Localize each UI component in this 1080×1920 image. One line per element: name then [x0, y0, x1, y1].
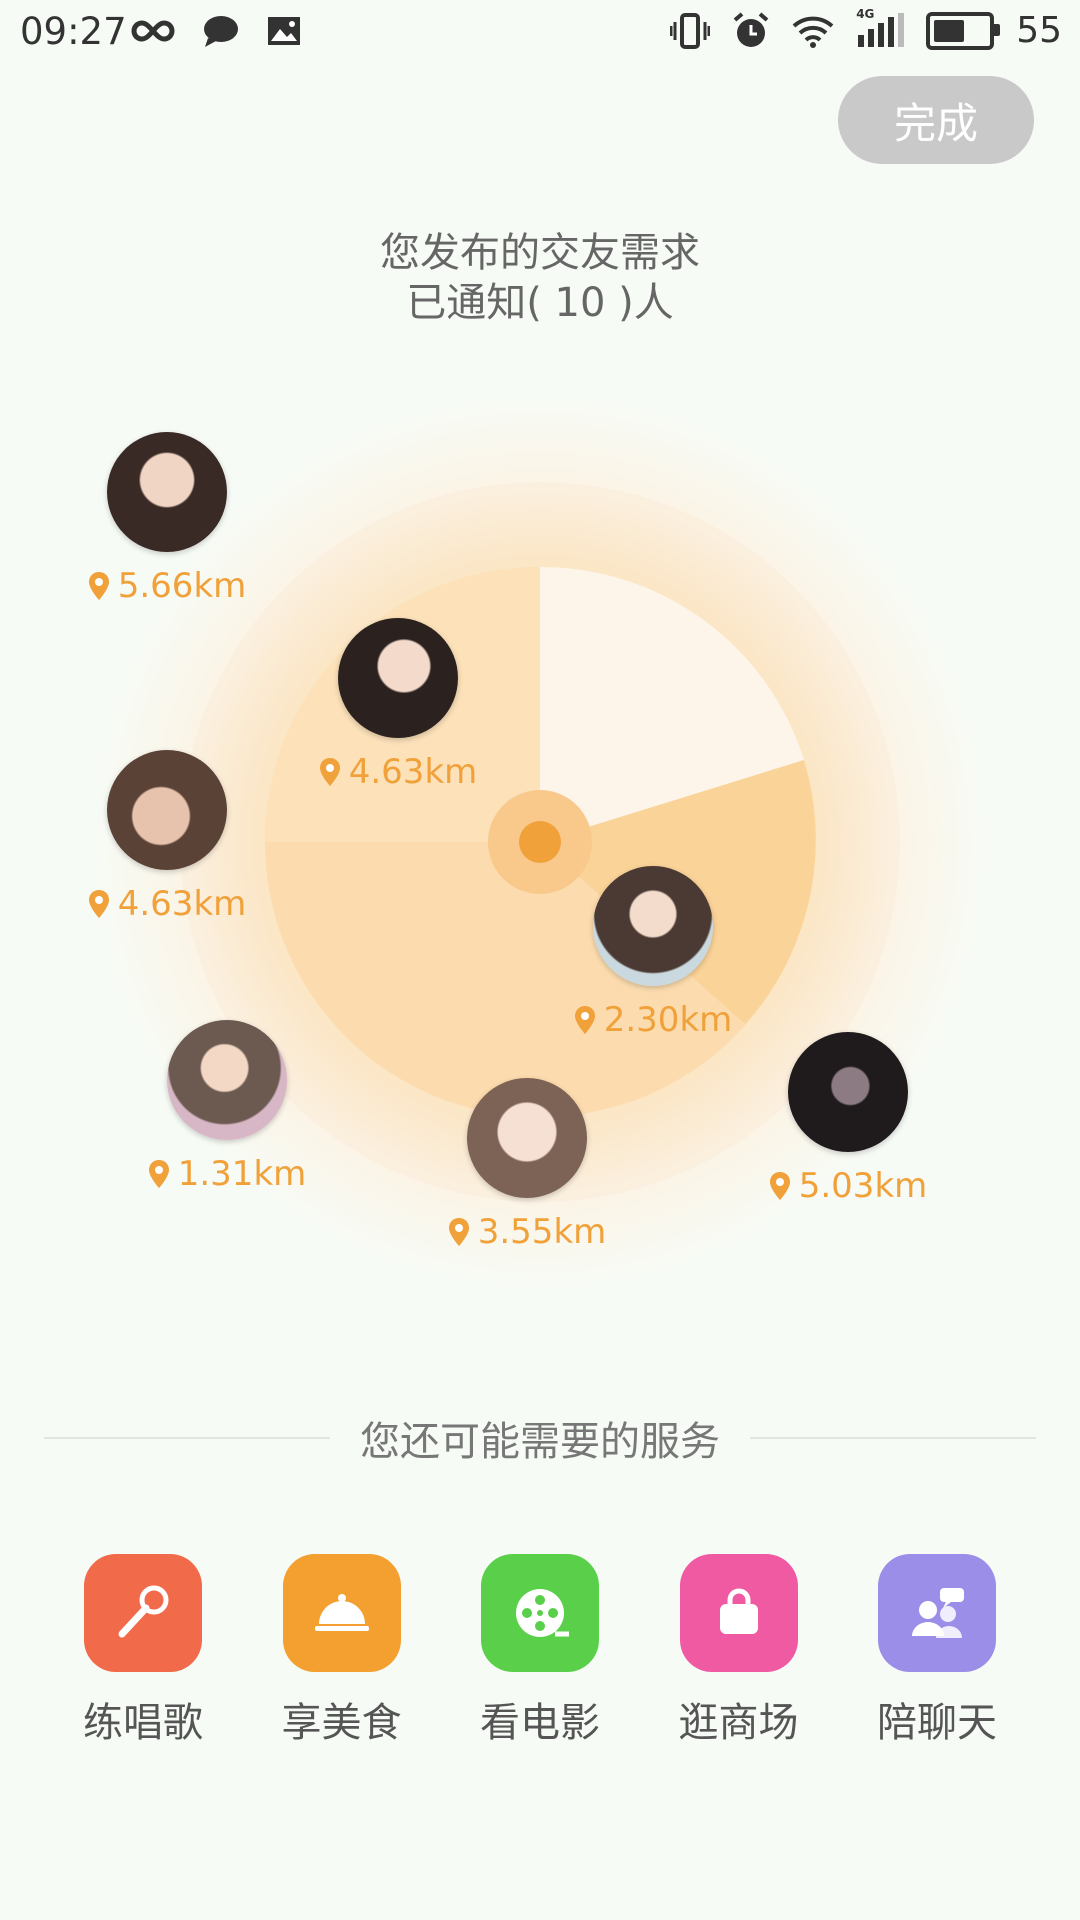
nearby-user[interactable]: 5.66km — [77, 432, 257, 606]
distance-text: 1.31km — [177, 1154, 307, 1194]
service-sing[interactable]: 练唱歌 — [44, 1554, 242, 1748]
status-bar: 09:27 4G 55 — [0, 0, 1080, 66]
message-bubble-icon — [204, 16, 238, 47]
network-type-label: 4G — [856, 6, 875, 21]
location-pin-icon — [88, 572, 109, 600]
picture-icon — [268, 17, 300, 45]
location-pin-icon — [88, 890, 109, 918]
service-shopping[interactable]: 逛商场 — [640, 1554, 838, 1748]
distance-text: 5.03km — [798, 1166, 928, 1206]
distance-label: 2.30km — [563, 1000, 743, 1040]
distance-text: 5.66km — [117, 566, 247, 606]
distance-label: 4.63km — [77, 884, 257, 924]
distance-text: 3.55km — [477, 1212, 607, 1252]
microphone-icon — [84, 1554, 202, 1672]
service-label: 看电影 — [480, 1700, 600, 1746]
battery-level: 55 — [1016, 10, 1062, 51]
chat-people-icon — [878, 1554, 996, 1672]
distance-label: 5.66km — [77, 566, 257, 606]
nearby-user[interactable]: 1.31km — [137, 1020, 317, 1194]
distance-label: 1.31km — [137, 1154, 317, 1194]
film-reel-icon — [481, 1554, 599, 1672]
service-label: 练唱歌 — [83, 1700, 203, 1746]
avatar — [593, 866, 713, 986]
battery-icon — [926, 11, 1001, 50]
nearby-user[interactable]: 2.30km — [563, 866, 743, 1040]
status-notification-icons — [130, 14, 302, 48]
location-pin-icon — [769, 1172, 790, 1200]
distance-label: 5.03km — [758, 1166, 938, 1206]
distance-label: 4.63km — [308, 752, 488, 792]
cellular-signal-icon: 4G — [856, 7, 905, 49]
avatar — [107, 750, 227, 870]
status-time: 09:27 — [20, 10, 127, 53]
services-title: 您还可能需要的服务 — [360, 1419, 720, 1465]
services-divider: 您还可能需要的服务 — [44, 1410, 1036, 1466]
service-movie[interactable]: 看电影 — [441, 1554, 639, 1748]
location-pin-icon — [319, 758, 340, 786]
service-label: 逛商场 — [678, 1700, 799, 1746]
nearby-user[interactable]: 4.63km — [77, 750, 257, 924]
shopping-bag-icon — [679, 1554, 798, 1672]
service-label: 享美食 — [281, 1700, 402, 1746]
service-chat[interactable]: 陪聊天 — [838, 1554, 1036, 1748]
infinity-icon — [131, 20, 175, 42]
distance-label: 3.55km — [437, 1212, 617, 1252]
status-system-icons: 4G 55 — [670, 7, 1062, 51]
done-button[interactable]: 完成 — [838, 76, 1034, 164]
distance-text: 2.30km — [603, 1000, 733, 1040]
distance-text: 4.63km — [348, 752, 478, 792]
avatar — [167, 1020, 287, 1140]
nearby-user[interactable]: 5.03km — [758, 1032, 938, 1206]
vibrate-icon — [670, 12, 711, 49]
distance-text: 4.63km — [117, 884, 247, 924]
notice-line-1: 您发布的交友需求 — [380, 230, 700, 276]
location-pin-icon — [148, 1160, 169, 1188]
nearby-user[interactable]: 4.63km — [308, 618, 488, 792]
service-label: 陪聊天 — [877, 1700, 997, 1746]
alarm-icon — [733, 11, 769, 47]
divider-line — [750, 1437, 1036, 1439]
notice-line-2: 已通知( 10 )人 — [406, 280, 674, 326]
services-list: 练唱歌 享美食 看电影 逛商场 陪聊天 — [44, 1554, 1036, 1748]
location-pin-icon — [448, 1218, 469, 1246]
avatar — [338, 618, 458, 738]
notice-text: 您发布的交友需求 已通知( 10 )人 — [0, 228, 1080, 328]
wifi-icon — [792, 16, 834, 48]
avatar — [788, 1032, 908, 1152]
location-pin-icon — [574, 1006, 595, 1034]
service-food[interactable]: 享美食 — [243, 1554, 441, 1748]
nearby-user[interactable]: 3.55km — [437, 1078, 617, 1252]
avatar — [107, 432, 227, 552]
avatar — [467, 1078, 587, 1198]
divider-line — [44, 1437, 330, 1439]
food-cloche-icon — [282, 1554, 401, 1672]
